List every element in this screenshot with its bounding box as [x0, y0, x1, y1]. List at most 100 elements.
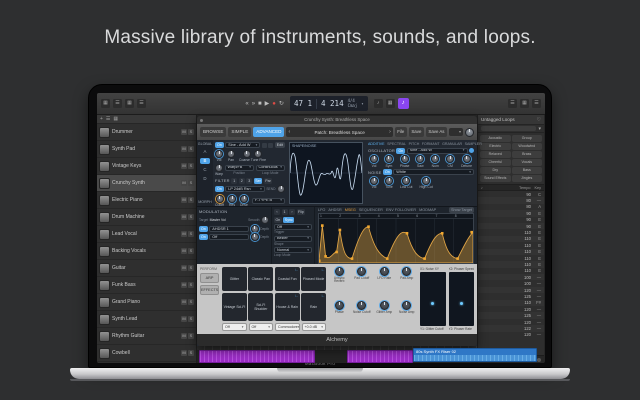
oscillator-knob-group[interactable]: Detune: [461, 155, 472, 168]
oscillator-knob[interactable]: [431, 155, 439, 163]
tempo-column-header[interactable]: Tempo: [519, 186, 530, 190]
track-row[interactable]: Grand Piano M S: [97, 294, 196, 311]
lcd-chevron-down-icon[interactable]: ▾: [361, 101, 363, 106]
loop-list-header[interactable]: ♪ Tempo Key: [478, 184, 544, 191]
snapshot-button[interactable]: Classic Pan: [248, 267, 273, 291]
tab-sequencer[interactable]: SEQUENCER: [359, 208, 383, 212]
vol-knob[interactable]: [215, 150, 223, 158]
lcd-display[interactable]: 47 1 4 214 4/4 Cmaj ▾: [290, 96, 368, 111]
track-sort-icon[interactable]: ☰: [106, 116, 110, 122]
patch-next-icon[interactable]: ›: [389, 129, 391, 135]
solo-button[interactable]: S: [188, 163, 194, 169]
keyword-button[interactable]: Cheerful: [480, 159, 511, 166]
mod-depth-knob[interactable]: [251, 225, 259, 233]
mute-button[interactable]: M: [181, 146, 187, 152]
source-c-tab[interactable]: C: [200, 167, 210, 173]
loop-volume-control[interactable]: [537, 358, 541, 362]
mute-button[interactable]: M: [181, 231, 187, 237]
snapshot-button[interactable]: ∟ Coastal Fun: [275, 267, 300, 291]
oscillator-knob-group[interactable]: Phase: [400, 155, 410, 168]
oscillator-knob[interactable]: [416, 155, 424, 163]
add-track-button[interactable]: +: [100, 116, 103, 122]
keyword-button[interactable]: Electric: [480, 143, 511, 150]
perform-knob-group[interactable]: Phase: [329, 301, 350, 331]
track-row[interactable]: Backing Vocals M S: [97, 243, 196, 260]
mute-button[interactable]: M: [181, 129, 187, 135]
mute-button[interactable]: M: [181, 180, 187, 186]
editors-icon[interactable]: ☰: [137, 99, 146, 108]
noise-knob-group[interactable]: Low Cut: [400, 177, 412, 190]
perform-knob[interactable]: [335, 301, 344, 310]
fine-knob[interactable]: [254, 150, 262, 158]
oscillator-wave-dropdown[interactable]: Sine - Add W ▾: [407, 148, 468, 154]
additive-tab[interactable]: ADDITIVE: [368, 142, 385, 146]
oscillator-knob[interactable]: [385, 155, 393, 163]
perform-knob[interactable]: [402, 301, 411, 310]
list-editors-icon[interactable]: ☰: [508, 99, 517, 108]
play-button[interactable]: ▶: [265, 99, 270, 109]
mute-button[interactable]: M: [181, 197, 187, 203]
noise-knob[interactable]: [422, 177, 430, 185]
tab-ahdsr[interactable]: AHDSR: [328, 208, 341, 212]
cycle-button[interactable]: ↻: [279, 99, 284, 109]
mseg-prev-icon[interactable]: ‹: [274, 209, 280, 215]
mute-button[interactable]: M: [181, 265, 187, 271]
perform-dropdown[interactable]: Commodore ▾: [275, 323, 300, 331]
flip-button[interactable]: Flip: [297, 209, 306, 215]
filter-type-dropdown[interactable]: LP 24dB Rsn ▾: [225, 186, 265, 192]
file-button[interactable]: File: [395, 127, 407, 137]
solo-button[interactable]: S: [188, 265, 194, 271]
noise-knob[interactable]: [385, 177, 393, 185]
source-b-tab[interactable]: B: [200, 158, 210, 164]
cutoff-knob[interactable]: [216, 195, 224, 203]
noise-on-button[interactable]: On: [383, 169, 392, 175]
warp-knob[interactable]: [215, 164, 223, 172]
oscillator-knob[interactable]: [446, 155, 454, 163]
filter-1-button[interactable]: 1: [231, 178, 237, 184]
snapshot-button[interactable]: ∟ Rain: [301, 293, 326, 321]
rewind-button[interactable]: «: [245, 99, 248, 109]
solo-button[interactable]: S: [188, 282, 194, 288]
tune-knob-group[interactable]: Coarse Tune Fine: [239, 150, 266, 163]
track-row[interactable]: Rhythm Guitar M S: [97, 328, 196, 345]
track-row[interactable]: Synth Pad M S: [97, 141, 196, 158]
perform-knob[interactable]: [402, 267, 411, 276]
master-volume-knob[interactable]: [465, 128, 474, 137]
pan-knob-group[interactable]: Pan: [227, 150, 235, 163]
inspector-icon[interactable]: ☰: [113, 99, 122, 108]
va-mode-icon[interactable]: [469, 148, 474, 153]
noise-knob-group[interactable]: High Cut: [419, 177, 432, 190]
waveform-display[interactable]: SHAPE/NOISE: [289, 142, 363, 204]
send-knob[interactable]: [277, 185, 285, 193]
snapshot-button[interactable]: Vintage Sci-Fi: [222, 293, 247, 321]
source-copy-icon[interactable]: [268, 143, 273, 148]
noise-knob-group[interactable]: Vol: [370, 177, 378, 190]
perform-dropdown[interactable]: Off ▾: [222, 323, 247, 331]
metronome-icon[interactable]: ♪: [374, 99, 383, 108]
header-mode-dropdown[interactable]: ▾: [449, 128, 463, 136]
source-waveform-dropdown[interactable]: Sine - Add W ▾: [225, 142, 260, 148]
loop-region-blue[interactable]: 80s Synth FX Riser 02: [413, 348, 537, 362]
edit-button[interactable]: Edit: [275, 142, 285, 148]
parallel-button[interactable]: Par: [264, 178, 273, 184]
solo-button[interactable]: S: [188, 333, 194, 339]
mute-button[interactable]: M: [181, 333, 187, 339]
track-row[interactable]: Vintage Keys M S: [97, 158, 196, 175]
morph-label[interactable]: MORPH: [198, 200, 211, 204]
stop-button[interactable]: ■: [258, 99, 262, 109]
snapshot-button[interactable]: ∟ Phased Mode: [301, 267, 326, 291]
plugin-title-bar[interactable]: Crunchy Synth: Breathless Space: [197, 116, 477, 124]
patch-selector[interactable]: ‹ Patch: Breathless Space ›: [286, 127, 392, 137]
save-as-button[interactable]: Save As: [426, 127, 447, 137]
solo-button[interactable]: S: [188, 129, 194, 135]
perform-dropdown[interactable]: +0.0 dB ▾: [302, 323, 327, 331]
key-column-header[interactable]: Key: [534, 186, 541, 190]
keyword-button[interactable]: Bass: [512, 167, 543, 174]
perform-knob-group[interactable]: Noise Amp: [397, 301, 418, 331]
track-row[interactable]: Lead Vocal M S: [97, 226, 196, 243]
perform-knob-group[interactable]: Pad Cutoff: [352, 267, 373, 300]
mod-on-button[interactable]: On: [199, 226, 208, 232]
pan-knob[interactable]: [227, 150, 235, 158]
solo-button[interactable]: S: [188, 299, 194, 305]
tab-simple[interactable]: SIMPLE: [228, 127, 251, 137]
